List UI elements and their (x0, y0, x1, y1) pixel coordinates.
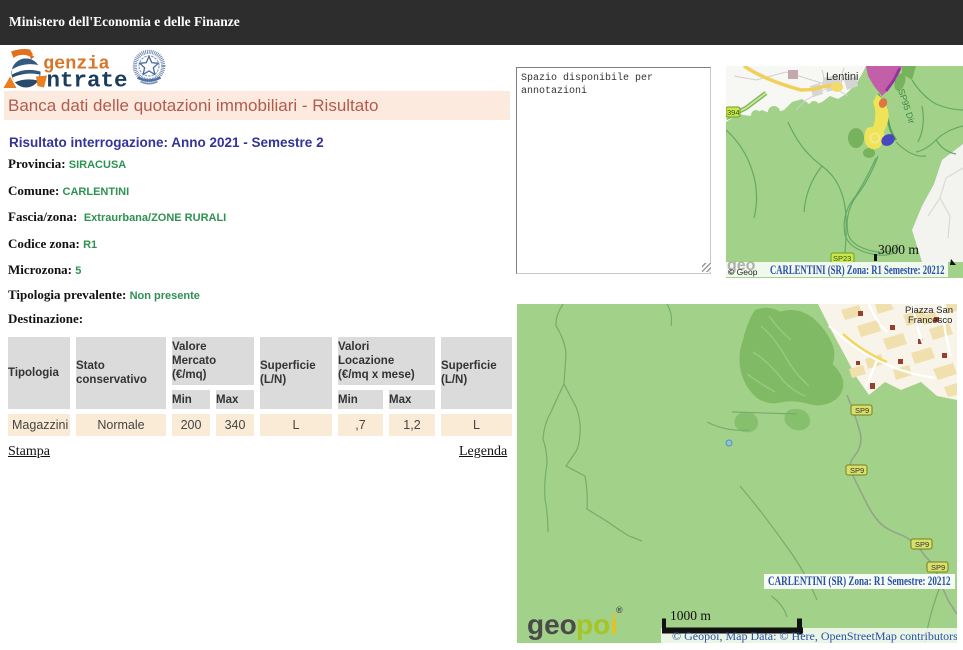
svg-text:®: ® (616, 605, 623, 615)
svg-text:Lentini: Lentini (826, 71, 858, 83)
svg-text:3000 m: 3000 m (878, 242, 919, 257)
svg-text:geo: geo (527, 609, 577, 640)
svg-text:© Geop: © Geop (728, 267, 758, 277)
svg-text:© Geopoi, Map Data: © Here, Op: © Geopoi, Map Data: © Here, OpenStreetMa… (672, 629, 957, 643)
svg-text:1000 m: 1000 m (670, 608, 711, 623)
svg-text:ntrate: ntrate (47, 68, 128, 91)
svg-text:CARLENTINI (SR) Zona: R1 Semes: CARLENTINI (SR) Zona: R1 Semestre: 20212 (768, 575, 951, 589)
svg-text:CARLENTINI (SR) Zona: R1 Semes: CARLENTINI (SR) Zona: R1 Semestre: 20212 (770, 263, 945, 277)
svg-text:po: po (576, 609, 610, 640)
svg-text:SP23: SP23 (833, 254, 851, 263)
svg-text:SP9: SP9 (931, 563, 945, 572)
svg-text:394: 394 (727, 108, 740, 117)
svg-text:SP9: SP9 (855, 406, 869, 415)
svg-text:SP9: SP9 (850, 466, 864, 475)
svg-text:SP9: SP9 (915, 540, 929, 549)
svg-text:Francesco: Francesco (908, 315, 952, 326)
